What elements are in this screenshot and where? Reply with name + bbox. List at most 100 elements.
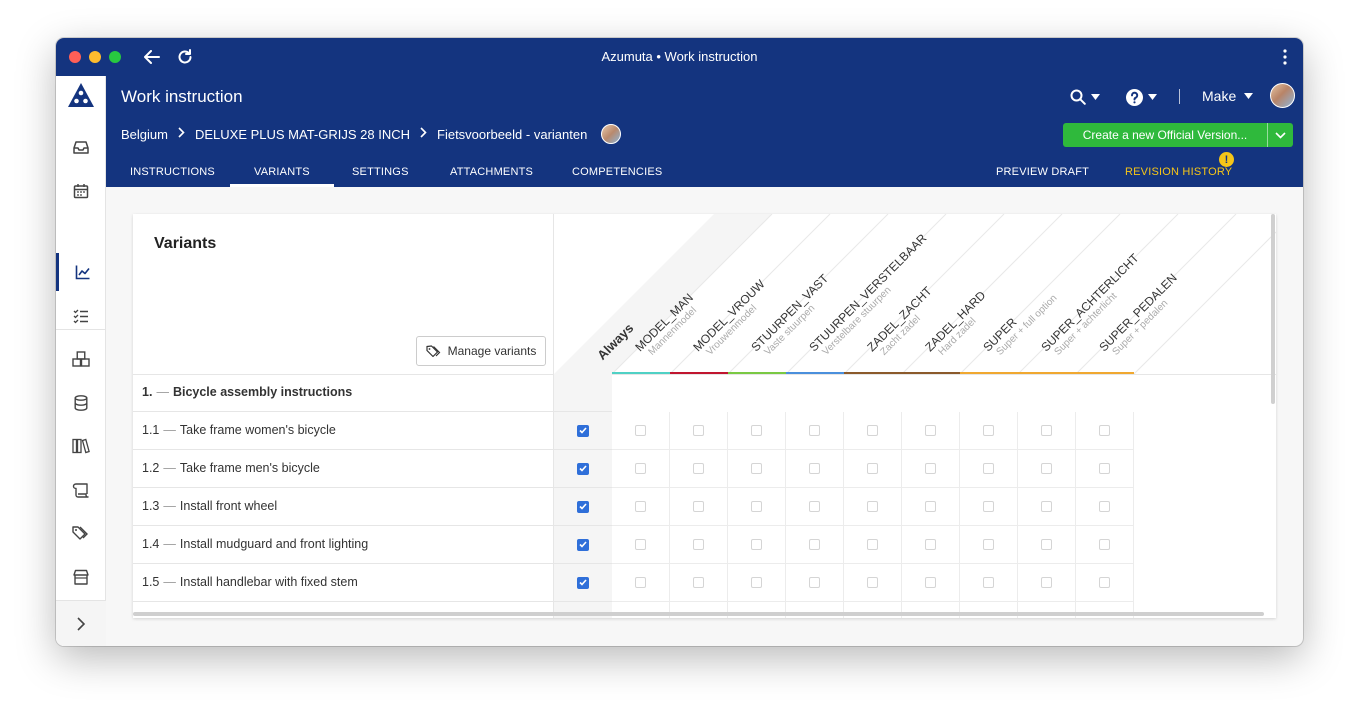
- variant-checkbox[interactable]: [1099, 463, 1110, 474]
- variant-cell[interactable]: [728, 450, 786, 488]
- variant-cell[interactable]: [1076, 450, 1134, 488]
- variant-checkbox[interactable]: [809, 463, 820, 474]
- variant-checkbox[interactable]: [1041, 425, 1052, 436]
- variant-cell[interactable]: [1018, 450, 1076, 488]
- variant-checkbox[interactable]: [1041, 463, 1052, 474]
- vertical-scrollbar[interactable]: [1271, 214, 1275, 404]
- variant-cell[interactable]: [844, 412, 902, 450]
- variant-checkbox[interactable]: [1041, 501, 1052, 512]
- breadcrumb-item[interactable]: DELUXE PLUS MAT-GRIJS 28 INCH: [195, 127, 410, 142]
- variant-checkbox[interactable]: [983, 463, 994, 474]
- kebab-menu-icon[interactable]: [1277, 47, 1293, 67]
- horizontal-scrollbar[interactable]: [133, 612, 1264, 616]
- always-checkbox[interactable]: [577, 462, 589, 475]
- variant-cell[interactable]: [1076, 412, 1134, 450]
- variant-cell[interactable]: [786, 450, 844, 488]
- variant-checkbox[interactable]: [751, 539, 762, 550]
- variant-checkbox[interactable]: [693, 425, 704, 436]
- variant-checkbox[interactable]: [1099, 539, 1110, 550]
- tab-preview-draft[interactable]: PREVIEW DRAFT: [972, 156, 1113, 187]
- variant-cell[interactable]: [786, 488, 844, 526]
- tab-variants[interactable]: VARIANTS: [230, 156, 334, 187]
- variant-cell[interactable]: [1076, 564, 1134, 602]
- variant-cell[interactable]: [960, 564, 1018, 602]
- help-menu[interactable]: [1126, 86, 1157, 108]
- sidebar-item-calendar[interactable]: [56, 172, 106, 210]
- variant-checkbox[interactable]: [751, 463, 762, 474]
- variant-cell[interactable]: [670, 526, 728, 564]
- variant-cell[interactable]: [902, 526, 960, 564]
- variant-cell[interactable]: [960, 488, 1018, 526]
- variant-checkbox[interactable]: [867, 463, 878, 474]
- variant-cell[interactable]: [844, 450, 902, 488]
- variant-cell[interactable]: [960, 450, 1018, 488]
- variant-checkbox[interactable]: [809, 501, 820, 512]
- tab-settings[interactable]: SETTINGS: [328, 156, 433, 187]
- variant-checkbox[interactable]: [635, 501, 646, 512]
- always-checkbox[interactable]: [577, 424, 589, 437]
- variant-cell[interactable]: [728, 488, 786, 526]
- always-checkbox[interactable]: [577, 500, 589, 513]
- tab-attachments[interactable]: ATTACHMENTS: [426, 156, 557, 187]
- variant-cell[interactable]: [902, 412, 960, 450]
- variant-checkbox[interactable]: [693, 577, 704, 588]
- variant-cell[interactable]: [1018, 488, 1076, 526]
- table-row[interactable]: 1.2— Take frame men's bicycle: [133, 450, 1134, 488]
- variant-checkbox[interactable]: [867, 501, 878, 512]
- tab-competencies[interactable]: COMPETENCIES: [548, 156, 686, 187]
- variant-checkbox[interactable]: [867, 425, 878, 436]
- create-official-version-button[interactable]: Create a new Official Version...: [1063, 123, 1293, 147]
- variant-cell[interactable]: [612, 412, 670, 450]
- variant-checkbox[interactable]: [983, 501, 994, 512]
- variant-checkbox[interactable]: [635, 425, 646, 436]
- variant-cell[interactable]: [1018, 564, 1076, 602]
- sidebar-expand-button[interactable]: [56, 600, 106, 646]
- table-row[interactable]: 1.5— Install handlebar with fixed stem: [133, 564, 1134, 602]
- variant-checkbox[interactable]: [867, 539, 878, 550]
- variant-checkbox[interactable]: [983, 425, 994, 436]
- variant-checkbox[interactable]: [925, 577, 936, 588]
- sidebar-item-store[interactable]: [56, 558, 106, 596]
- variant-checkbox[interactable]: [635, 539, 646, 550]
- create-version-label[interactable]: Create a new Official Version...: [1063, 123, 1267, 147]
- variant-cell[interactable]: [612, 564, 670, 602]
- variant-cell[interactable]: [1018, 526, 1076, 564]
- azumuta-logo[interactable]: [56, 76, 106, 114]
- always-cell[interactable]: [554, 412, 612, 450]
- sidebar-item-analytics[interactable]: [56, 253, 106, 291]
- variant-cell[interactable]: [1076, 488, 1134, 526]
- variant-cell[interactable]: [844, 488, 902, 526]
- always-cell[interactable]: [554, 450, 612, 488]
- variant-checkbox[interactable]: [983, 539, 994, 550]
- variant-cell[interactable]: [670, 450, 728, 488]
- sidebar-item-inbox[interactable]: [56, 128, 106, 166]
- variant-checkbox[interactable]: [693, 539, 704, 550]
- variant-cell[interactable]: [902, 450, 960, 488]
- sidebar-item-documents[interactable]: [56, 471, 106, 509]
- sidebar-item-products[interactable]: [56, 340, 106, 378]
- variant-cell[interactable]: [1076, 526, 1134, 564]
- mode-menu[interactable]: Make: [1202, 88, 1254, 104]
- variant-cell[interactable]: [1018, 412, 1076, 450]
- variant-cell[interactable]: [786, 526, 844, 564]
- variant-cell[interactable]: [612, 488, 670, 526]
- variant-checkbox[interactable]: [693, 501, 704, 512]
- variant-checkbox[interactable]: [983, 577, 994, 588]
- always-checkbox[interactable]: [577, 576, 589, 589]
- variant-cell[interactable]: [728, 412, 786, 450]
- always-cell[interactable]: [554, 526, 612, 564]
- variant-checkbox[interactable]: [809, 539, 820, 550]
- always-cell[interactable]: [554, 564, 612, 602]
- variant-checkbox[interactable]: [751, 501, 762, 512]
- variant-checkbox[interactable]: [751, 577, 762, 588]
- variant-cell[interactable]: [786, 412, 844, 450]
- breadcrumb-item[interactable]: Fietsvoorbeeld - varianten: [437, 127, 587, 142]
- variant-checkbox[interactable]: [925, 501, 936, 512]
- variant-cell[interactable]: [612, 450, 670, 488]
- variant-cell[interactable]: [844, 564, 902, 602]
- variant-cell[interactable]: [670, 412, 728, 450]
- variant-cell[interactable]: [844, 526, 902, 564]
- variant-cell[interactable]: [960, 412, 1018, 450]
- variant-checkbox[interactable]: [1099, 501, 1110, 512]
- owner-avatar[interactable]: [601, 124, 622, 144]
